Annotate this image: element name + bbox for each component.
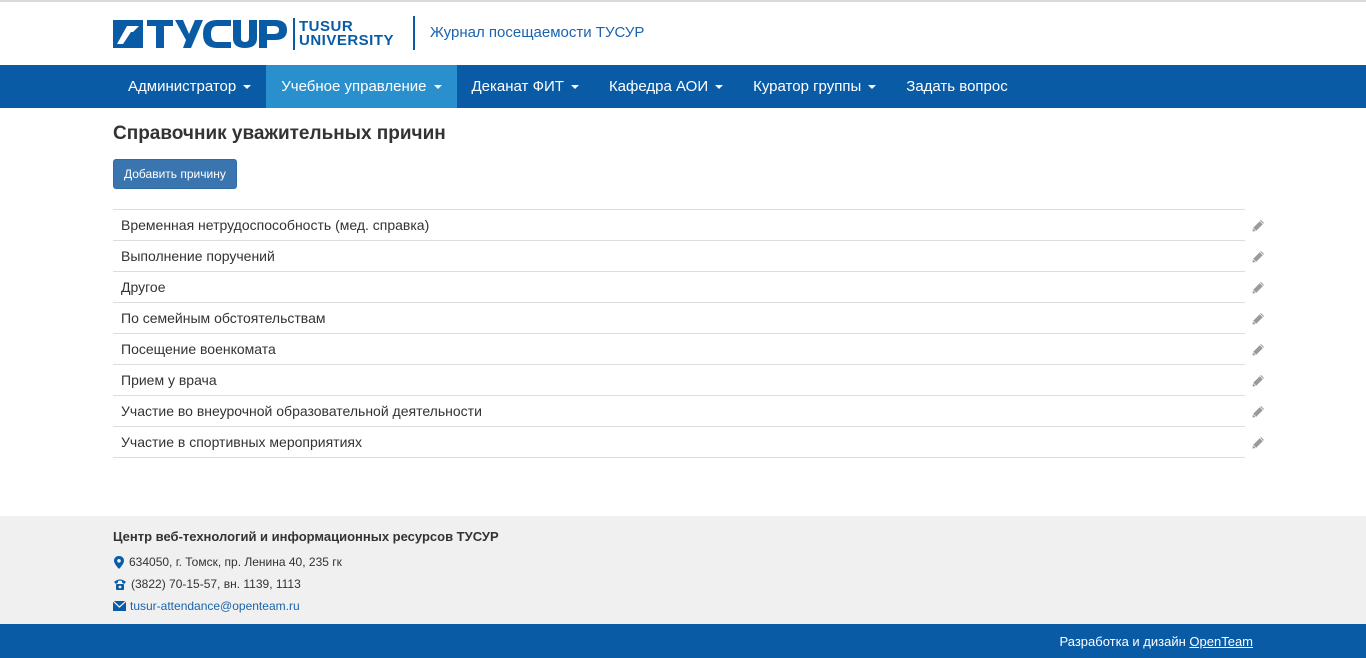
nav-item-label: Администратор	[128, 78, 237, 95]
footer-phone: (3822) 70-15-57, вн. 1139, 1113	[113, 573, 1253, 595]
logo-wordmark: TUSUR UNIVERSITY	[299, 19, 395, 49]
tusur-logo-mark	[113, 18, 289, 50]
footer-phone-text: (3822) 70-15-57, вн. 1139, 1113	[131, 577, 301, 591]
caret-down-icon	[715, 84, 724, 89]
reason-label: Временная нетрудоспособность (мед. справ…	[121, 217, 430, 233]
nav-item-academic-office[interactable]: Учебное управление	[266, 65, 457, 108]
pencil-icon[interactable]	[1251, 374, 1265, 388]
nav-items: Администратор Учебное управление Деканат…	[113, 65, 1253, 108]
nav-item-label: Учебное управление	[281, 78, 427, 95]
nav-item-department[interactable]: Кафедра АОИ	[594, 65, 738, 108]
main-content: Справочник уважительных причин Добавить …	[113, 123, 1264, 458]
table-row: Участие во внеурочной образовательной де…	[113, 396, 1264, 427]
envelope-icon	[113, 601, 126, 611]
add-reason-button[interactable]: Добавить причину	[113, 159, 237, 189]
nav-item-label: Деканат ФИТ	[471, 78, 564, 95]
caret-down-icon	[243, 84, 252, 89]
pencil-icon[interactable]	[1251, 436, 1265, 450]
table-row: По семейным обстоятельствам	[113, 303, 1264, 334]
nav-item-group-curator[interactable]: Куратор группы	[738, 65, 891, 108]
caret-down-icon	[570, 84, 579, 89]
nav-item-label: Куратор группы	[753, 78, 862, 95]
footer-email-link[interactable]: tusur-attendance@openteam.ru	[130, 599, 300, 613]
credits: Разработка и дизайн OpenTeam	[1060, 634, 1253, 649]
nav-item-administrator[interactable]: Администратор	[113, 65, 266, 108]
logo-separator	[293, 18, 295, 50]
openteam-link[interactable]: OpenTeam	[1189, 634, 1253, 649]
table-row: Прием у врача	[113, 365, 1264, 396]
map-marker-icon	[114, 555, 124, 569]
footer-org-name: Центр веб-технологий и информационных ре…	[113, 529, 499, 544]
footer-email: tusur-attendance@openteam.ru	[113, 595, 1253, 617]
nav-item-dean-office[interactable]: Деканат ФИТ	[457, 65, 594, 108]
page-title: Справочник уважительных причин	[113, 123, 446, 144]
reason-label: Участие в спортивных мероприятиях	[121, 434, 362, 450]
pencil-icon[interactable]	[1251, 405, 1265, 419]
pencil-icon[interactable]	[1251, 219, 1265, 233]
table-row: Другое	[113, 272, 1264, 303]
reason-label: Посещение военкомата	[121, 341, 276, 357]
caret-down-icon	[868, 84, 877, 89]
reason-label: Прием у врача	[121, 372, 217, 388]
header-divider	[413, 16, 415, 50]
pencil-icon[interactable]	[1251, 312, 1265, 326]
bottom-bar: Разработка и дизайн OpenTeam	[0, 624, 1366, 658]
nav-item-ask-question[interactable]: Задать вопрос	[891, 65, 1022, 108]
pencil-icon[interactable]	[1251, 250, 1265, 264]
site-title-link[interactable]: Журнал посещаемости ТУСУР	[430, 24, 644, 41]
nav-item-label: Кафедра АОИ	[608, 78, 709, 95]
reasons-table: Временная нетрудоспособность (мед. справ…	[113, 209, 1264, 458]
nav-item-label: Задать вопрос	[906, 78, 1008, 95]
pencil-icon[interactable]	[1251, 281, 1265, 295]
logo-text-line2: UNIVERSITY	[299, 32, 395, 49]
credits-prefix: Разработка и дизайн	[1059, 634, 1186, 649]
table-row: Посещение военкомата	[113, 334, 1264, 365]
table-row: Выполнение поручений	[113, 241, 1264, 272]
reason-label: Участие во внеурочной образовательной де…	[121, 403, 482, 419]
reason-label: По семейным обстоятельствам	[121, 310, 326, 326]
tusur-logo[interactable]: TUSUR UNIVERSITY	[113, 17, 394, 51]
caret-down-icon	[433, 84, 442, 89]
reason-label: Выполнение поручений	[121, 248, 275, 264]
footer-address-text: 634050, г. Томск, пр. Ленина 40, 235 гк	[129, 555, 342, 569]
footer-address: 634050, г. Томск, пр. Ленина 40, 235 гк	[113, 551, 1253, 573]
phone-icon	[114, 579, 126, 590]
site-header: TUSUR UNIVERSITY Журнал посещаемости ТУС…	[0, 2, 1366, 65]
main-navbar: Администратор Учебное управление Деканат…	[0, 65, 1366, 108]
site-footer: Центр веб-технологий и информационных ре…	[0, 516, 1366, 624]
reason-label: Другое	[121, 279, 166, 295]
table-row: Временная нетрудоспособность (мед. справ…	[113, 210, 1264, 241]
table-row: Участие в спортивных мероприятиях	[113, 427, 1264, 458]
pencil-icon[interactable]	[1251, 343, 1265, 357]
